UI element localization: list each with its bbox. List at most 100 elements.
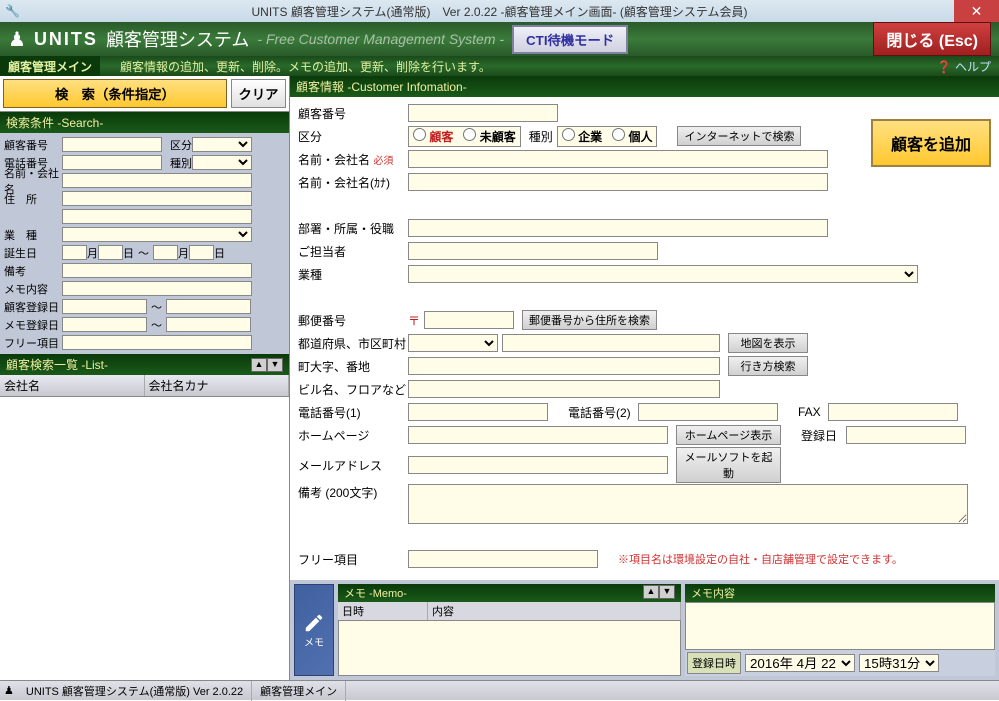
label-info-street: 町大字、番地 <box>298 358 408 375</box>
customer-list[interactable] <box>0 397 289 680</box>
list-col-company[interactable]: 会社名 <box>0 375 145 396</box>
label-free: フリー項目 <box>2 335 62 351</box>
label-addr: 住 所 <box>2 191 62 207</box>
label-info-shubetsu: 種別 <box>529 128 553 145</box>
info-tel1-input[interactable] <box>408 403 548 421</box>
label-custreg: 顧客登録日 <box>2 299 62 315</box>
label-info-name: 名前・会社名 <box>298 153 370 167</box>
info-kana-input[interactable] <box>408 173 828 191</box>
help-link[interactable]: ❓ ヘルプ <box>929 58 999 75</box>
label-info-zip: 郵便番号 <box>298 312 408 329</box>
add-customer-button[interactable]: 顧客を追加 <box>871 119 991 167</box>
list-section-header: 顧客検索一覧 -List- ▲▼ <box>0 354 289 375</box>
logo-icon: ♟ <box>8 27 26 52</box>
info-biko-input[interactable] <box>408 484 968 524</box>
label-gyoshu: 業 種 <box>2 227 62 243</box>
memo-col-date[interactable]: 日時 <box>338 602 428 620</box>
internet-search-button[interactable]: インターネットで検索 <box>677 126 801 146</box>
memo-col-content[interactable]: 内容 <box>428 602 681 620</box>
search-bd-d2[interactable] <box>189 245 214 260</box>
zip-mark: 〒 <box>408 312 424 329</box>
info-hp-input[interactable] <box>408 426 668 444</box>
memo-time-select[interactable]: 15時31分 <box>859 654 939 672</box>
search-kubun-select[interactable] <box>192 137 252 152</box>
search-button[interactable]: 検 索（条件指定） <box>3 79 227 108</box>
info-mail-input[interactable] <box>408 456 668 474</box>
search-bd-m2[interactable] <box>153 245 178 260</box>
list-col-kana[interactable]: 会社名カナ <box>145 375 290 396</box>
list-down-button[interactable]: ▼ <box>267 358 283 372</box>
label-info-tanto: ご担当者 <box>298 243 408 260</box>
status-version: UNITS 顧客管理システム(通常版) Ver 2.0.22 <box>18 681 252 701</box>
label-info-building: ビル名、フロアなど <box>298 381 408 398</box>
memo-content-body[interactable] <box>685 602 995 650</box>
label-info-mail: メールアドレス <box>298 457 408 474</box>
info-dept-input[interactable] <box>408 219 828 237</box>
search-custno-input[interactable] <box>62 137 162 152</box>
search-name-input[interactable] <box>62 173 252 188</box>
memo-up-button[interactable]: ▲ <box>643 585 659 599</box>
label-info-pref: 都道府県、市区町村 <box>298 335 408 352</box>
label-info-gyoshu: 業種 <box>298 266 408 283</box>
info-street-input[interactable] <box>408 357 720 375</box>
label-info-free: フリー項目 <box>298 551 408 568</box>
info-tel2-input[interactable] <box>638 403 778 421</box>
label-info-fax: FAX <box>798 405 828 419</box>
mailer-button[interactable]: メールソフトを起動 <box>676 447 781 483</box>
search-memo-input[interactable] <box>62 281 252 296</box>
clear-button[interactable]: クリア <box>231 79 286 108</box>
screen-description: 顧客情報の追加、更新、削除。メモの追加、更新、削除を行います。 <box>100 58 511 75</box>
pencil-icon <box>303 612 325 634</box>
label-info-tel2: 電話番号(2) <box>568 404 638 421</box>
info-gyoshu-select[interactable] <box>408 265 918 283</box>
label-shubetsu: 種別 <box>162 155 192 171</box>
close-app-button[interactable]: 閉じる (Esc) <box>873 22 991 56</box>
app-icon: 🔧 <box>5 4 20 18</box>
info-tanto-input[interactable] <box>408 242 658 260</box>
label-info-regdate: 登録日 <box>801 427 846 444</box>
info-free-input[interactable] <box>408 550 598 568</box>
label-custno: 顧客番号 <box>2 137 62 153</box>
search-memoreg-to[interactable] <box>166 317 251 332</box>
screen-title: 顧客管理メイン <box>0 56 100 77</box>
search-custreg-from[interactable] <box>62 299 147 314</box>
label-memo-regdate: 登録日時 <box>687 652 741 674</box>
info-building-input[interactable] <box>408 380 720 398</box>
search-free-input[interactable] <box>62 335 252 350</box>
search-tel-input[interactable] <box>62 155 162 170</box>
route-button[interactable]: 行き方検索 <box>728 356 808 376</box>
cti-mode-button[interactable]: CTI待機モード <box>512 25 628 54</box>
info-zip-input[interactable] <box>424 311 514 329</box>
search-bd-m1[interactable] <box>62 245 87 260</box>
search-biko-input[interactable] <box>62 263 252 278</box>
search-custreg-to[interactable] <box>166 299 251 314</box>
info-regdate-input[interactable] <box>846 426 966 444</box>
memo-down-button[interactable]: ▼ <box>659 585 675 599</box>
label-memo: メモ内容 <box>2 281 62 297</box>
info-name-input[interactable] <box>408 150 828 168</box>
search-memoreg-from[interactable] <box>62 317 147 332</box>
zip-search-button[interactable]: 郵便番号から住所を検索 <box>522 310 657 330</box>
map-button[interactable]: 地図を表示 <box>728 333 808 353</box>
window-title: UNITS 顧客管理システム(通常版) Ver 2.0.22 -顧客管理メイン画… <box>252 3 748 20</box>
info-custno-input[interactable] <box>408 104 558 122</box>
search-addr-input[interactable] <box>62 191 252 206</box>
search-shubetsu-select[interactable] <box>192 155 252 170</box>
list-up-button[interactable]: ▲ <box>251 358 267 372</box>
homepage-button[interactable]: ホームページ表示 <box>676 425 781 445</box>
info-fax-input[interactable] <box>828 403 958 421</box>
search-addr2-input[interactable] <box>62 209 252 224</box>
search-gyoshu-select[interactable] <box>62 227 252 242</box>
search-bd-d1[interactable] <box>98 245 123 260</box>
info-city-input[interactable] <box>502 334 720 352</box>
kubun-radio-group: 顧客 未顧客 <box>408 126 521 147</box>
memo-date-select[interactable]: 2016年 4月 22日 <box>745 654 855 672</box>
memo-header: メモ -Memo- <box>344 585 407 601</box>
memo-side-button[interactable]: メモ <box>294 584 334 676</box>
window-close-button[interactable]: ✕ <box>954 0 999 22</box>
memo-list-body[interactable] <box>338 620 681 676</box>
memo-content-header: メモ内容 <box>691 585 735 601</box>
shubetsu-radio-group: 企業 個人 <box>557 126 658 147</box>
info-pref-select[interactable] <box>408 334 498 352</box>
label-biko: 備考 <box>2 263 62 279</box>
